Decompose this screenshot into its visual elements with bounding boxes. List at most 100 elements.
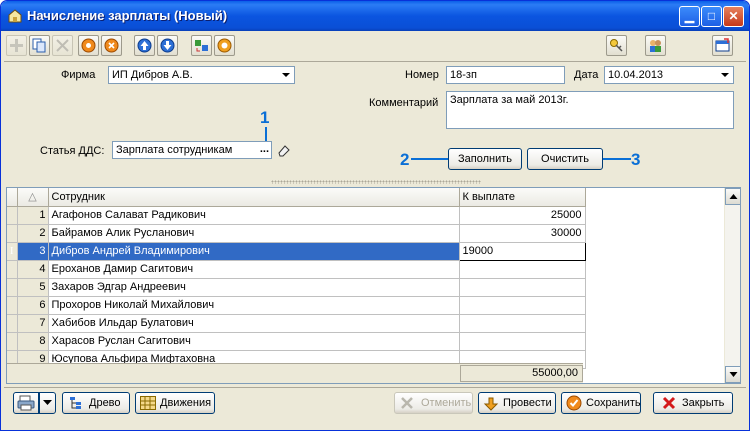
cancel-icon xyxy=(401,397,413,409)
scroll-down-button[interactable] xyxy=(725,366,740,383)
amount-cell[interactable] xyxy=(459,296,586,315)
ellipsis-button[interactable]: ... xyxy=(260,143,269,155)
employee-cell[interactable]: Харасов Руслан Сагитович xyxy=(48,332,460,351)
tree-button-label: Древо xyxy=(89,397,121,409)
movements-button-label: Движения xyxy=(160,397,212,409)
toolbar xyxy=(4,34,746,58)
chevron-down-icon[interactable] xyxy=(278,68,293,82)
bottom-separator xyxy=(4,387,746,388)
delete-icon xyxy=(56,39,69,52)
toolbar-separator xyxy=(4,61,746,62)
table-row[interactable]: 2 Байрамов Алик Русланович 30000 xyxy=(7,224,586,243)
delete-button[interactable] xyxy=(52,35,73,56)
edit-cursor-icon: I xyxy=(7,242,18,261)
cancel-posting-label: Отменить xyxy=(421,397,472,409)
amount-cell[interactable]: 25000 xyxy=(459,206,586,225)
table-row[interactable]: 1 Агафонов Салават Радикович 25000 xyxy=(7,206,586,225)
post-button[interactable]: Провести xyxy=(478,392,556,414)
add-icon xyxy=(10,39,23,52)
number-label: Номер xyxy=(405,69,439,81)
move-down-button[interactable] xyxy=(157,35,178,56)
chevron-down-icon[interactable] xyxy=(717,68,732,82)
scroll-up-button[interactable] xyxy=(725,188,740,205)
orange-cross-icon xyxy=(104,38,119,53)
table-row[interactable]: 7 Хабибов Ильдар Булатович xyxy=(7,314,586,333)
vertical-scrollbar[interactable] xyxy=(724,188,740,383)
title-bar[interactable]: Начисление зарплаты (Новый) ▁ □ ✕ xyxy=(1,1,749,31)
column-header-amount[interactable]: К выплате xyxy=(459,188,586,207)
amount-cell[interactable] xyxy=(459,332,586,351)
table-row-selected[interactable]: I 3 Дибров Андрей Владимирович 19000 xyxy=(7,241,586,261)
table-row[interactable]: 4 Ероханов Дамир Сагитович xyxy=(7,260,586,279)
move-up-button[interactable] xyxy=(134,35,155,56)
employee-cell[interactable]: Хабибов Ильдар Булатович xyxy=(48,314,460,333)
movements-button[interactable]: Движения xyxy=(135,392,215,414)
copy-icon xyxy=(32,38,46,53)
number-field[interactable]: 18-зп xyxy=(446,66,565,84)
dds-field[interactable]: Зарплата сотрудникам ... xyxy=(112,141,272,159)
amount-cell-editor[interactable]: 19000 xyxy=(458,241,586,261)
amount-cell[interactable] xyxy=(459,278,586,297)
settings-icon xyxy=(217,38,232,53)
employee-table: △ Сотрудник К выплате 1 Агафонов Салават… xyxy=(7,188,586,369)
fill-button[interactable]: Заполнить xyxy=(448,148,522,170)
firm-select[interactable]: ИП Дибров А.В. xyxy=(108,66,295,84)
table-icon xyxy=(140,396,156,410)
row-number: 2 xyxy=(17,224,49,243)
employee-grid[interactable]: △ Сотрудник К выплате 1 Агафонов Салават… xyxy=(6,187,741,384)
amount-cell[interactable]: 30000 xyxy=(459,224,586,243)
amount-cell[interactable] xyxy=(459,314,586,333)
table-row[interactable]: 6 Прохоров Николай Михайлович xyxy=(7,296,586,315)
employee-cell[interactable]: Байрамов Алик Русланович xyxy=(48,224,460,243)
close-button-label: Закрыть xyxy=(682,397,725,409)
close-button[interactable]: Закрыть xyxy=(653,392,733,414)
date-label: Дата xyxy=(574,69,599,81)
comment-value: Зарплата за май 2013г. xyxy=(450,94,569,106)
window-title: Начисление зарплаты (Новый) xyxy=(27,8,228,23)
maximize-button[interactable]: □ xyxy=(701,6,722,27)
row-number: 3 xyxy=(17,242,49,261)
eraser-icon[interactable] xyxy=(276,142,292,158)
table-footer: 55000,00 xyxy=(7,363,583,383)
tree-button[interactable]: Древо xyxy=(62,392,130,414)
row-marker xyxy=(7,296,18,315)
row-marker xyxy=(7,278,18,297)
column-header-employee[interactable]: Сотрудник xyxy=(48,188,460,207)
row-number: 6 xyxy=(17,296,49,315)
row-number: 4 xyxy=(17,260,49,279)
users-button[interactable] xyxy=(645,35,666,56)
comment-textarea[interactable]: Зарплата за май 2013г. xyxy=(446,91,734,129)
unmark-button[interactable] xyxy=(101,35,122,56)
copy-button[interactable] xyxy=(29,35,50,56)
date-select[interactable]: 10.04.2013 xyxy=(604,66,734,84)
employee-cell[interactable]: Захаров Эдгар Андреевич xyxy=(48,278,460,297)
clear-button[interactable]: Очистить xyxy=(527,148,603,170)
open-window-button[interactable] xyxy=(712,35,733,56)
settings-button[interactable] xyxy=(214,35,235,56)
sort-button[interactable] xyxy=(191,35,212,56)
amount-cell[interactable] xyxy=(459,260,586,279)
close-window-button[interactable]: ✕ xyxy=(723,6,744,27)
cancel-posting-button[interactable]: Отменить xyxy=(394,392,473,414)
employee-cell[interactable]: Прохоров Николай Михайлович xyxy=(48,296,460,315)
row-number: 8 xyxy=(17,332,49,351)
mark-button[interactable] xyxy=(78,35,99,56)
splitter-grip[interactable] xyxy=(271,180,481,184)
table-row[interactable]: 5 Захаров Эдгар Андреевич xyxy=(7,278,586,297)
print-dropdown-button[interactable] xyxy=(39,392,56,414)
minimize-button[interactable]: ▁ xyxy=(679,6,700,27)
annotation-1: 1 xyxy=(260,108,270,127)
lookup-button[interactable] xyxy=(606,35,627,56)
employee-cell[interactable]: Агафонов Салават Радикович xyxy=(48,206,460,225)
triangle-down-icon xyxy=(729,372,738,377)
post-icon xyxy=(483,397,499,411)
employee-cell[interactable]: Дибров Андрей Владимирович xyxy=(48,242,460,261)
table-row[interactable]: 8 Харасов Руслан Сагитович xyxy=(7,332,586,351)
employee-cell[interactable]: Ероханов Дамир Сагитович xyxy=(48,260,460,279)
add-button[interactable] xyxy=(6,35,27,56)
number-value: 18-зп xyxy=(450,69,477,81)
save-button[interactable]: Сохранить xyxy=(561,392,641,414)
sort-indicator-icon[interactable]: △ xyxy=(17,188,49,207)
print-button[interactable] xyxy=(13,392,39,414)
row-marker xyxy=(7,224,18,243)
